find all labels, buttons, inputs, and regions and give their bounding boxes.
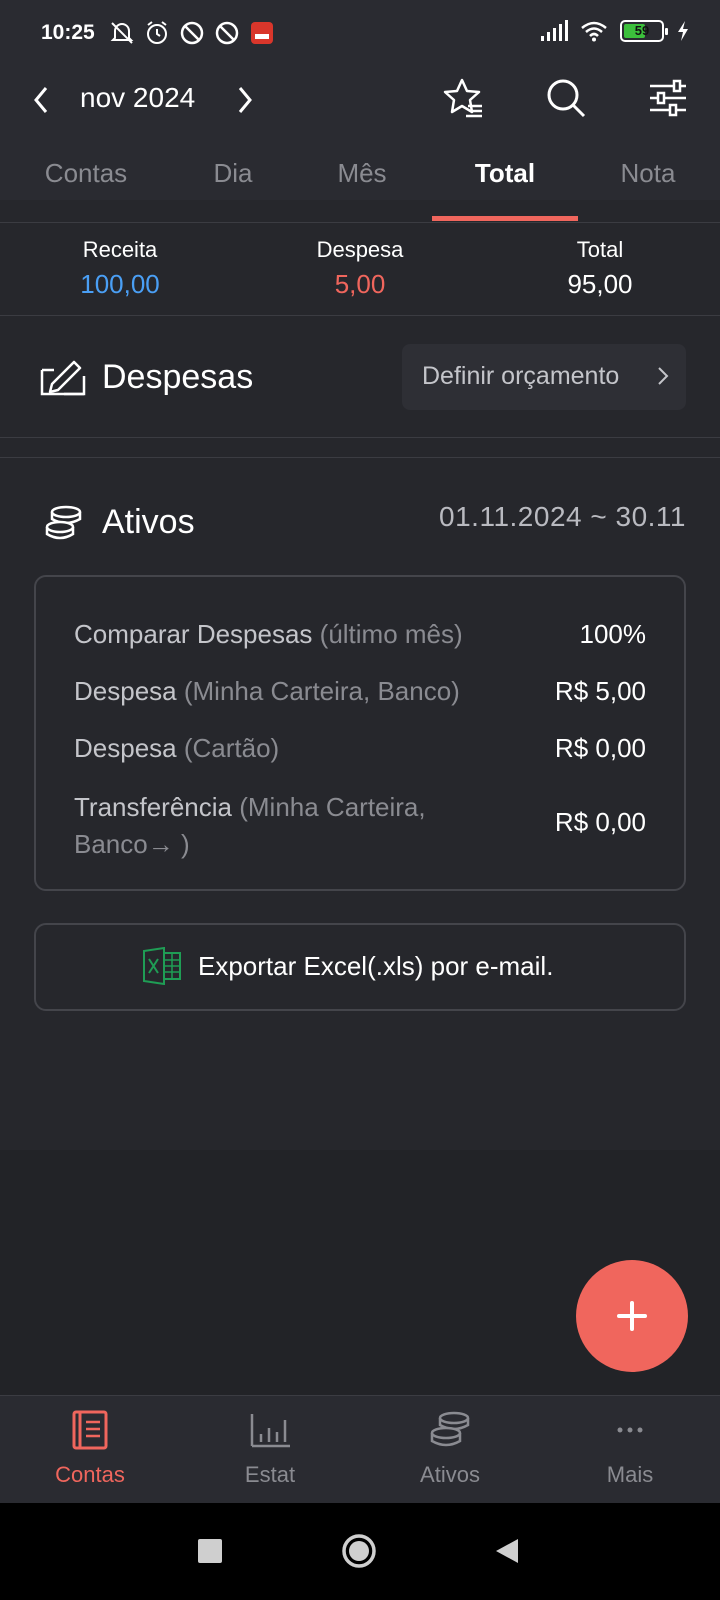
row-sub: (Cartão) bbox=[176, 733, 280, 763]
bottom-nav-ativos[interactable]: Ativos bbox=[360, 1396, 540, 1504]
comparison-row: Transferência (Minha Carteira, Banco→ ) … bbox=[74, 789, 646, 869]
row-label: Transferência bbox=[74, 792, 232, 822]
book-icon bbox=[72, 1410, 108, 1450]
chevron-right-icon[interactable] bbox=[228, 80, 260, 120]
total-value: 95,00 bbox=[567, 269, 633, 299]
status-icons-right: 59 bbox=[540, 20, 690, 42]
battery-icon: 59 bbox=[620, 20, 668, 42]
despesas-section: Despesas Definir orçamento bbox=[0, 316, 720, 438]
add-transaction-button[interactable] bbox=[576, 1260, 688, 1372]
month-label[interactable]: nov 2024 bbox=[80, 82, 195, 114]
row-value: R$ 5,00 bbox=[554, 676, 646, 706]
battery-cap bbox=[665, 28, 668, 35]
comparison-row: Comparar Despesas (último mês) 100% bbox=[74, 619, 646, 650]
filter-sliders-icon[interactable] bbox=[646, 76, 690, 120]
status-icons-left bbox=[110, 20, 274, 46]
expense-value: 5,00 bbox=[334, 269, 386, 299]
search-icon[interactable] bbox=[544, 76, 588, 120]
bottom-nav-label: Mais bbox=[606, 1462, 654, 1487]
app-notification-icon bbox=[251, 22, 273, 44]
coins-icon bbox=[45, 505, 82, 540]
home-icon[interactable] bbox=[341, 1533, 377, 1569]
plus-icon-vertical bbox=[630, 1301, 634, 1331]
row-label: Despesa bbox=[74, 733, 177, 763]
row-label: Despesa bbox=[74, 676, 177, 706]
active-tab-indicator bbox=[432, 216, 578, 221]
expense-label: Despesa bbox=[316, 237, 404, 262]
date-range[interactable]: 01.11.2024 ~ 30.11 bbox=[439, 501, 686, 533]
row-value: R$ 0,00 bbox=[554, 733, 646, 763]
despesas-title: Despesas bbox=[102, 358, 254, 396]
comparison-row: Despesa (Minha Carteira, Banco) R$ 5,00 bbox=[74, 676, 646, 707]
bottom-nav-label: Estat bbox=[244, 1462, 296, 1487]
bottom-nav-mais[interactable]: Mais bbox=[540, 1396, 720, 1504]
total-summary: Total 95,00 bbox=[480, 237, 720, 300]
wifi-icon bbox=[581, 21, 607, 42]
bottom-nav: Contas Estat Ativos Mais bbox=[0, 1395, 720, 1503]
export-excel-button[interactable]: Exportar Excel(.xls) por e-mail. bbox=[34, 923, 686, 1011]
tab-nota[interactable]: Nota bbox=[586, 158, 710, 218]
set-budget-label: Definir orçamento bbox=[422, 362, 620, 390]
star-list-icon[interactable] bbox=[442, 76, 486, 120]
income-label: Receita bbox=[82, 237, 158, 262]
bottom-nav-label: Ativos bbox=[420, 1462, 480, 1487]
export-excel-label: Exportar Excel(.xls) por e-mail. bbox=[198, 951, 554, 981]
row-sub: Banco→ ) bbox=[74, 829, 190, 859]
blocked-icon bbox=[215, 21, 239, 45]
row-sub: (Minha Carteira, bbox=[232, 792, 426, 822]
total-label: Total bbox=[576, 237, 624, 262]
bar-chart-icon bbox=[250, 1414, 290, 1448]
tab-bar: Contas Dia Mês Total Nota bbox=[0, 158, 720, 218]
status-bar: 10:25 59 bbox=[0, 0, 720, 70]
bottom-nav-contas[interactable]: Contas bbox=[0, 1396, 180, 1504]
tab-contas[interactable]: Contas bbox=[14, 158, 158, 218]
row-sub: (Minha Carteira, Banco) bbox=[176, 676, 460, 706]
expense-summary: Despesa 5,00 bbox=[240, 237, 480, 300]
recent-apps-icon[interactable] bbox=[198, 1539, 222, 1563]
ativos-section: Ativos 01.11.2024 ~ 30.11 Comparar Despe… bbox=[0, 459, 720, 1149]
excel-icon bbox=[143, 947, 181, 985]
income-summary: Receita 100,00 bbox=[0, 237, 240, 300]
section-divider bbox=[0, 438, 720, 458]
charging-icon bbox=[678, 21, 688, 41]
income-value: 100,00 bbox=[80, 269, 160, 299]
system-nav-bar bbox=[0, 1503, 720, 1600]
tab-total[interactable]: Total bbox=[432, 158, 578, 218]
mute-bell-icon bbox=[110, 22, 134, 44]
signal-icon bbox=[541, 20, 568, 41]
back-icon[interactable] bbox=[494, 1537, 520, 1565]
tab-mes[interactable]: Mês bbox=[302, 158, 422, 218]
comparison-row: Despesa (Cartão) R$ 0,00 bbox=[74, 733, 646, 764]
header: nov 2024 Contas Dia Mês Total Nota bbox=[0, 70, 720, 221]
bottom-nav-estat[interactable]: Estat bbox=[180, 1396, 360, 1504]
battery-percent: 59 bbox=[634, 23, 650, 38]
chevron-left-icon[interactable] bbox=[26, 80, 58, 120]
budget-note-icon bbox=[40, 360, 86, 396]
set-budget-button[interactable]: Definir orçamento bbox=[402, 344, 686, 410]
more-dots-icon bbox=[617, 1427, 643, 1433]
row-value: 100% bbox=[579, 619, 647, 649]
bottom-nav-label: Contas bbox=[55, 1462, 125, 1487]
alarm-icon bbox=[147, 21, 167, 44]
row-label: Comparar Despesas bbox=[74, 619, 313, 649]
tab-dia[interactable]: Dia bbox=[174, 158, 292, 218]
comparison-card: Comparar Despesas (último mês) 100% Desp… bbox=[34, 575, 686, 891]
status-time: 10:25 bbox=[41, 21, 95, 44]
ativos-title: Ativos bbox=[102, 503, 195, 541]
row-value: R$ 0,00 bbox=[554, 807, 646, 837]
row-sub: (último mês) bbox=[312, 619, 463, 649]
coins-icon bbox=[430, 1411, 470, 1447]
blocked-icon bbox=[180, 21, 204, 45]
chevron-right-icon bbox=[658, 367, 669, 385]
summary-bar: Receita 100,00 Despesa 5,00 Total 95,00 bbox=[0, 222, 720, 316]
